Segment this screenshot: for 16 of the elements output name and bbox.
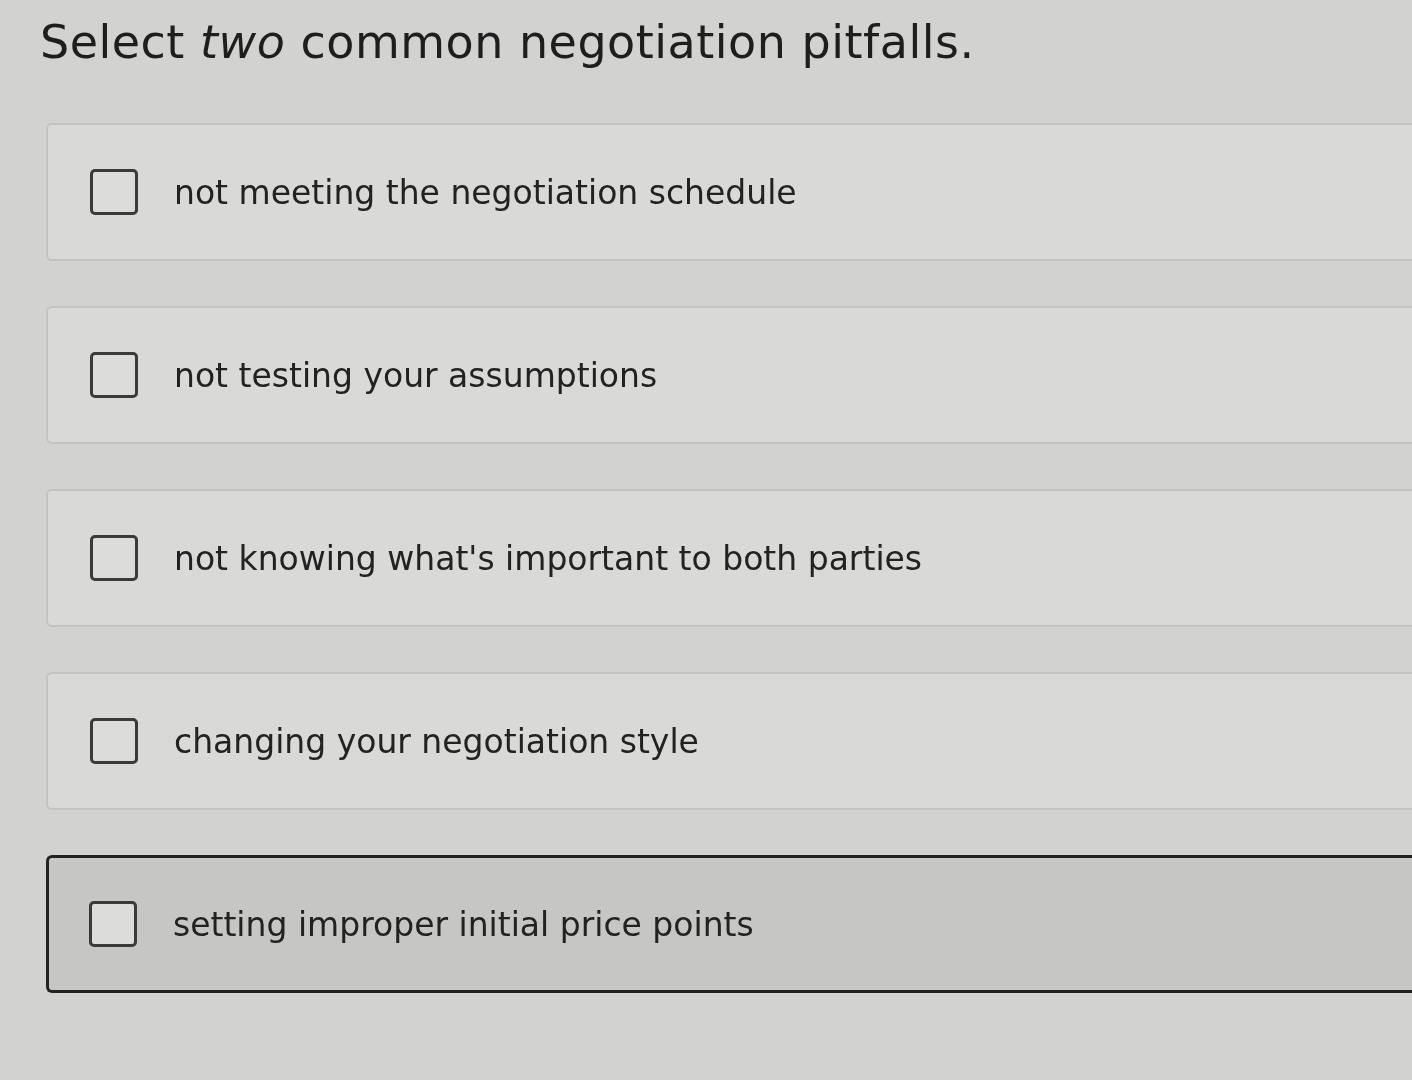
answer-option[interactable]: setting improper initial price points [46, 855, 1412, 993]
option-label: not knowing what's important to both parties [174, 538, 923, 578]
answer-option[interactable]: not meeting the negotiation schedule [46, 123, 1412, 261]
checkbox[interactable] [90, 535, 138, 581]
checkbox[interactable] [90, 352, 138, 398]
question-prompt: Select two common negotiation pitfalls. [40, 14, 976, 71]
checkbox[interactable] [89, 901, 137, 947]
answer-option[interactable]: changing your negotiation style [46, 672, 1412, 810]
option-label: setting improper initial price points [173, 904, 754, 944]
answer-option[interactable]: not testing your assumptions [46, 306, 1412, 444]
checkbox[interactable] [90, 718, 138, 764]
option-label: not testing your assumptions [174, 355, 658, 395]
checkbox[interactable] [90, 169, 138, 215]
option-label: changing your negotiation style [174, 721, 699, 761]
answer-option[interactable]: not knowing what's important to both parties [46, 489, 1412, 627]
option-label: not meeting the negotiation schedule [174, 172, 797, 212]
